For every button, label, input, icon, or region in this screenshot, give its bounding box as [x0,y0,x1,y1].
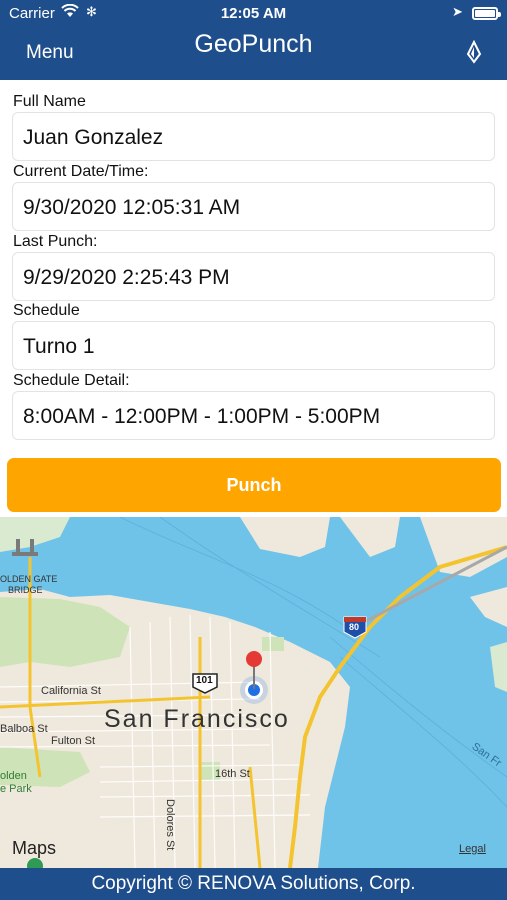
full-name-field[interactable]: Juan Gonzalez [12,112,495,161]
map-label-golden-gate: OLDEN GATE [0,574,58,584]
current-datetime-label: Current Date/Time: [13,163,149,180]
map-label-california-st: California St [41,685,101,697]
clock: 12:05 AM [220,5,287,22]
location-arrow-icon: ➤ [452,4,463,19]
map-city-label: San Francisco [104,705,290,733]
schedule-detail-field[interactable]: 8:00AM - 12:00PM - 1:00PM - 5:00PM [12,391,495,440]
map-label-16th-st: 16th St [215,768,250,780]
legal-link[interactable]: Legal [459,843,486,855]
copyright-footer: Copyright © RENOVA Solutions, Corp. [0,868,507,900]
map-view[interactable]: OLDEN GATE BRIDGE California St Balboa S… [0,517,507,868]
map-label-dolores-st: Dolores St [164,799,176,851]
maps-brand: Maps [12,838,57,858]
last-punch-label: Last Punch: [13,233,98,250]
schedule-label: Schedule [13,302,80,319]
map-label-golden: olden [0,770,27,782]
nav-bar: Menu GeoPunch [0,28,507,80]
map-label-fulton-st: Fulton St [51,735,96,747]
interstate-80-label: 80 [349,622,360,632]
highway-101-label: 101 [196,675,213,686]
apple-maps-logo: Maps [12,838,56,859]
location-pin-icon[interactable] [464,39,484,64]
battery-icon [472,7,501,20]
schedule-field[interactable]: Turno 1 [12,321,495,370]
current-datetime-field[interactable]: 9/30/2020 12:05:31 AM [12,182,495,231]
status-bar: Carrier ✻ 12:05 AM ➤ [0,0,507,28]
map-label-park: e Park [0,783,32,795]
full-name-label: Full Name [13,93,86,110]
app-title: GeoPunch [194,30,313,58]
punch-button[interactable]: Punch [7,458,501,512]
map-label-bridge: BRIDGE [8,585,43,595]
map-label-balboa-st: Balboa St [0,723,48,735]
last-punch-field[interactable]: 9/29/2020 2:25:43 PM [12,252,495,301]
schedule-detail-label: Schedule Detail: [13,372,130,389]
